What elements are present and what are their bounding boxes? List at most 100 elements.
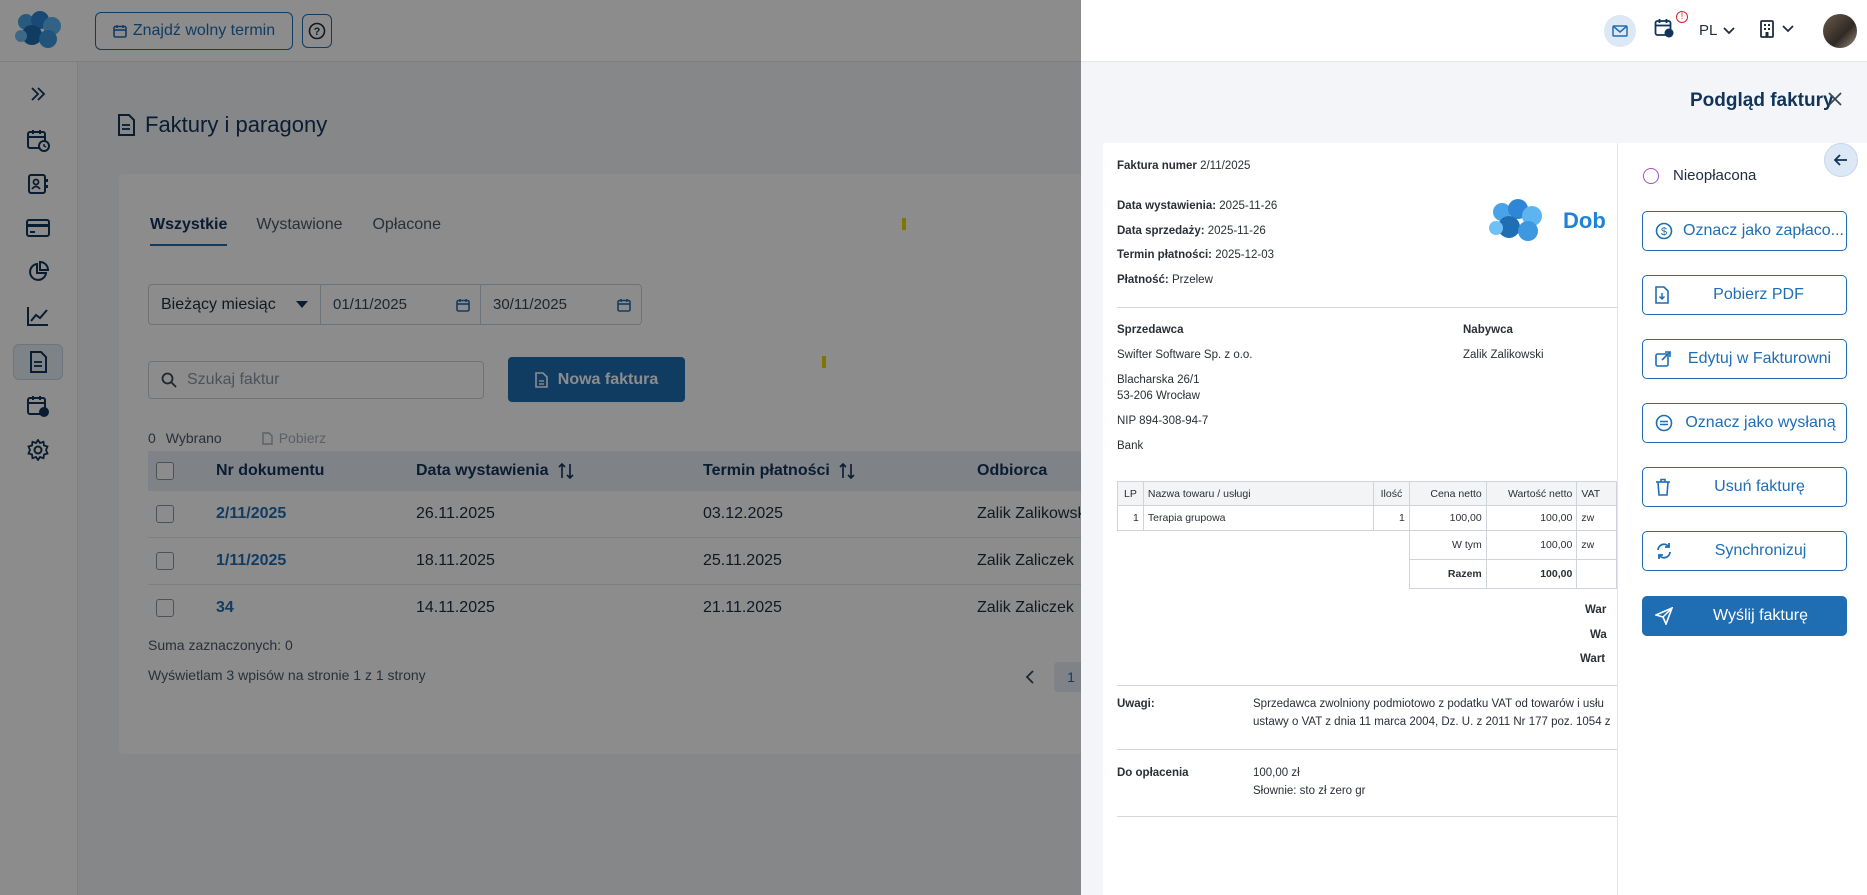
invoice-number: Faktura numer 2/11/2025 [1117, 160, 1250, 172]
subtotal-vat: zw [1576, 530, 1617, 560]
action-label: Oznacz jako zapłaco... [1683, 222, 1844, 239]
buyer-label: Nabywca [1463, 324, 1513, 336]
subtotal-net: 100,00 [1485, 530, 1578, 560]
table-header-cell: Cena netto [1408, 481, 1487, 506]
synchronize-button[interactable]: Synchronizuj [1642, 531, 1847, 571]
close-panel-button[interactable] [1828, 92, 1842, 106]
seller-label: Sprzedawca [1117, 324, 1183, 336]
seller-name: Swifter Software Sp. z o.o. [1117, 349, 1253, 361]
divider [1117, 816, 1617, 817]
svg-text:$: $ [1661, 226, 1667, 238]
notes-text: Sprzedawca zwolniony podmiotowo z podatk… [1253, 698, 1604, 710]
issue-date-line: Data wystawienia: 2025-11-26 [1117, 200, 1277, 212]
mark-paid-button[interactable]: $ Oznacz jako zapłaco... [1642, 211, 1847, 251]
summary-label-cut: War [1585, 604, 1607, 616]
action-label: Usuń fakturę [1714, 478, 1805, 495]
field-label: Płatność: [1117, 274, 1169, 286]
payment-line: Płatność: Przelew [1117, 274, 1213, 286]
clinic-selector[interactable] [1760, 20, 1794, 38]
field-label: Data sprzedaży: [1117, 225, 1205, 237]
arrow-left-icon [1834, 154, 1847, 166]
seller-nip: NIP 894-308-94-7 [1117, 415, 1209, 427]
buyer-heading: Nabywca [1463, 324, 1513, 336]
to-pay-heading: Do opłacenia [1117, 767, 1189, 779]
summary-label-cut: Wa [1590, 629, 1607, 641]
back-button[interactable] [1824, 143, 1858, 177]
item-qty: 1 [1373, 505, 1410, 531]
action-label: Synchronizuj [1714, 542, 1807, 559]
item-vat: zw [1576, 505, 1617, 531]
invoice-number-value: 2/11/2025 [1200, 160, 1251, 172]
divider [1117, 685, 1617, 686]
seller-heading: Sprzedawca [1117, 324, 1184, 336]
notification-badge: ! [1676, 11, 1688, 23]
seller-city: 53-206 Wrocław [1117, 390, 1200, 402]
table-header-cell: VAT [1576, 481, 1617, 506]
due-date-line: Termin płatności: 2025-12-03 [1117, 249, 1274, 261]
action-label: Oznacz jako wysłaną [1685, 414, 1836, 431]
calendar-notifications-button[interactable] [1654, 18, 1674, 38]
field-label: Data wystawienia: [1117, 200, 1217, 212]
item-name: Terapia grupowa [1142, 505, 1375, 531]
building-icon [1760, 20, 1774, 38]
status-indicator [1643, 167, 1659, 184]
invoice-items-table: LP Nazwa towaru / usługi Ilość Cena nett… [1117, 481, 1617, 589]
field-value: 2025-11-26 [1207, 225, 1266, 237]
action-label: Wyślij fakturę [1713, 607, 1808, 624]
delete-invoice-button[interactable]: Usuń fakturę [1642, 467, 1847, 507]
field-value: 2025-12-03 [1215, 249, 1275, 261]
action-label: Edytuj w Fakturowni [1687, 350, 1832, 367]
divider [1117, 307, 1617, 308]
external-link-icon [1655, 351, 1671, 367]
field-value: 2025-11-26 [1219, 200, 1278, 212]
buyer-name: Zalik Zalikowski [1463, 349, 1544, 361]
send-invoice-button[interactable]: Wyślij fakturę [1642, 596, 1847, 636]
file-download-icon [1655, 286, 1669, 304]
notes-label: Uwagi: [1117, 698, 1155, 710]
mail-icon [1612, 25, 1628, 37]
item-lp: 1 [1117, 505, 1144, 531]
sale-date-line: Data sprzedaży: 2025-11-26 [1117, 225, 1266, 237]
item-price: 100,00 [1408, 505, 1487, 531]
payment-status: Nieopłacona [1643, 167, 1756, 184]
invoice-brand: Dob [1487, 198, 1606, 244]
chevron-down-icon [1723, 26, 1735, 34]
field-value: Przelew [1171, 274, 1213, 286]
download-pdf-button[interactable]: Pobierz PDF [1642, 275, 1847, 315]
notes-heading: Uwagi: [1117, 698, 1155, 710]
actions-sidebar [1617, 143, 1867, 895]
total-label: Razem [1408, 559, 1487, 589]
trash-icon [1656, 478, 1670, 496]
table-header-cell: Wartość netto [1485, 481, 1578, 506]
sent-icon [1655, 414, 1673, 432]
mark-sent-button[interactable]: Oznacz jako wysłaną [1642, 403, 1847, 443]
notes-text: ustawy o VAT z dnia 11 marca 2004, Dz. U… [1253, 716, 1611, 728]
table-header-cell: LP [1117, 481, 1144, 506]
subtotal-label: W tym [1408, 530, 1487, 560]
invoice-number-label: Faktura numer [1117, 160, 1197, 172]
summary-label-cut: Wart [1580, 653, 1606, 665]
to-pay-amount: 100,00 zł [1253, 767, 1300, 779]
action-label: Pobierz PDF [1713, 286, 1804, 303]
messages-button[interactable] [1604, 15, 1636, 47]
modal-backdrop[interactable] [0, 0, 1081, 895]
brand-logo [1489, 199, 1542, 241]
total-net: 100,00 [1485, 559, 1578, 589]
language-selector[interactable]: PL [1699, 22, 1735, 39]
item-net: 100,00 [1485, 505, 1578, 531]
invoice-document: Faktura numer 2/11/2025 Data wystawienia… [1103, 143, 1617, 895]
close-icon [1828, 92, 1842, 106]
coin-icon: $ [1655, 222, 1673, 240]
sync-icon [1657, 543, 1671, 559]
user-avatar[interactable] [1823, 14, 1857, 48]
table-header-cell: Ilość [1373, 481, 1410, 506]
seller-street: Blacharska 26/1 [1117, 374, 1200, 386]
calendar-user-icon [1654, 19, 1674, 38]
edit-in-fakturownia-button[interactable]: Edytuj w Fakturowni [1642, 339, 1847, 379]
table-header-cell: Nazwa towaru / usługi [1142, 481, 1375, 506]
to-pay-words: Słownie: sto zł zero gr [1253, 785, 1366, 797]
seller-bank: Bank [1117, 440, 1144, 452]
brand-name: Dob [1563, 208, 1606, 233]
status-label: Nieopłacona [1673, 167, 1757, 184]
divider [1117, 749, 1617, 750]
